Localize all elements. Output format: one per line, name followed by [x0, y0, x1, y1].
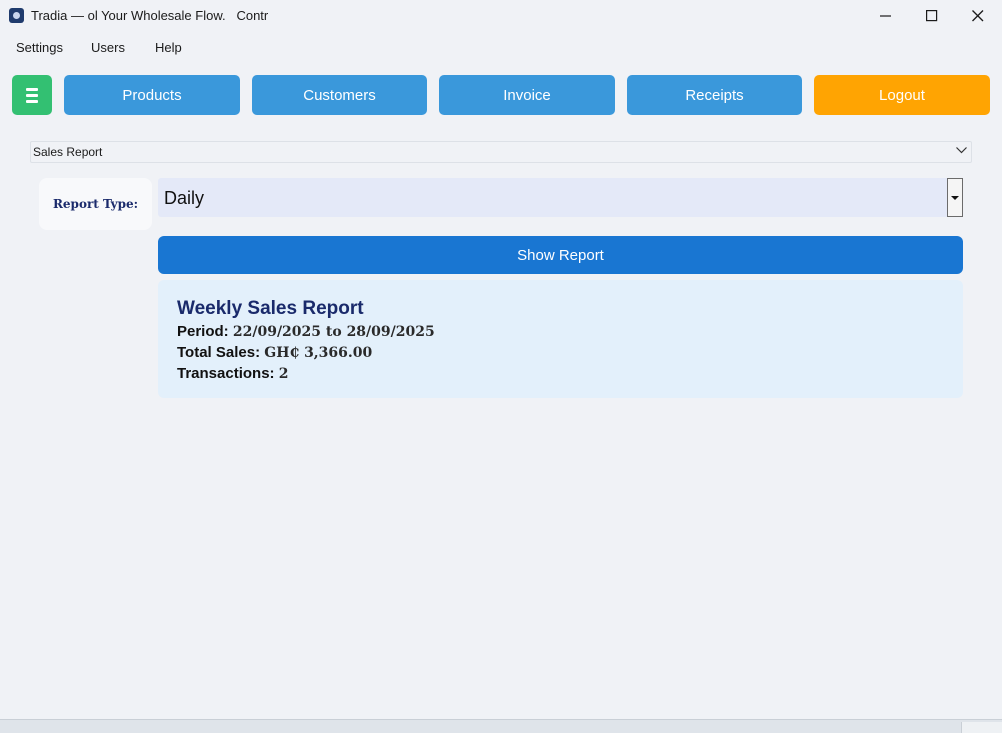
report-type-label-box: Report Type:: [39, 178, 152, 230]
title-bar: Tradia — ol Your Wholesale Flow. Contr: [0, 0, 1002, 31]
total-sales-label: Total Sales:: [177, 344, 261, 361]
chevron-down-icon: [956, 147, 967, 154]
report-type-label: Report Type:: [52, 197, 139, 211]
report-total-sales: Total Sales: GH₵ 3,366.00: [177, 344, 372, 361]
maximize-icon: [926, 10, 938, 22]
report-transactions: Transactions: 2: [177, 365, 288, 382]
receipts-button[interactable]: Receipts: [627, 75, 802, 115]
period-label: Period:: [177, 323, 229, 340]
report-period: Period: 22/09/2025 to 28/09/2025: [177, 323, 435, 340]
period-value: 22/09/2025 to 28/09/2025: [232, 324, 435, 340]
hamburger-icon-bar: [26, 100, 38, 103]
bottom-edge: [0, 719, 1002, 733]
report-type-value: Daily: [164, 188, 205, 208]
customers-button[interactable]: Customers: [252, 75, 427, 115]
hamburger-icon: [26, 88, 38, 91]
close-icon: [972, 10, 984, 22]
dropdown-arrow-icon[interactable]: [947, 178, 963, 217]
close-button[interactable]: [955, 0, 1001, 31]
menu-users[interactable]: Users: [91, 40, 125, 55]
hamburger-icon-bar: [26, 94, 38, 97]
show-report-button[interactable]: Show Report: [158, 236, 963, 274]
app-icon: [9, 8, 24, 23]
invoice-button[interactable]: Invoice: [439, 75, 615, 115]
report-select-value: Sales Report: [33, 145, 103, 159]
window-title: Tradia — ol Your Wholesale Flow. Contr: [31, 8, 269, 23]
menu-help[interactable]: Help: [155, 40, 182, 55]
report-select[interactable]: Sales Report: [30, 141, 972, 163]
menu-toggle-button[interactable]: [12, 75, 52, 115]
logout-button[interactable]: Logout: [814, 75, 990, 115]
transactions-value: 2: [278, 366, 289, 382]
minimize-icon: [880, 15, 891, 17]
report-panel: Weekly Sales Report Period: 22/09/2025 t…: [158, 280, 963, 398]
menu-settings[interactable]: Settings: [16, 40, 63, 55]
transactions-label: Transactions:: [177, 365, 275, 382]
report-type-select[interactable]: Daily: [158, 178, 963, 217]
total-sales-value: GH₵ 3,366.00: [264, 345, 373, 361]
products-button[interactable]: Products: [64, 75, 240, 115]
resize-corner: [961, 722, 1002, 733]
maximize-button[interactable]: [909, 0, 955, 31]
report-title: Weekly Sales Report: [177, 298, 364, 319]
minimize-button-real[interactable]: [863, 0, 909, 31]
